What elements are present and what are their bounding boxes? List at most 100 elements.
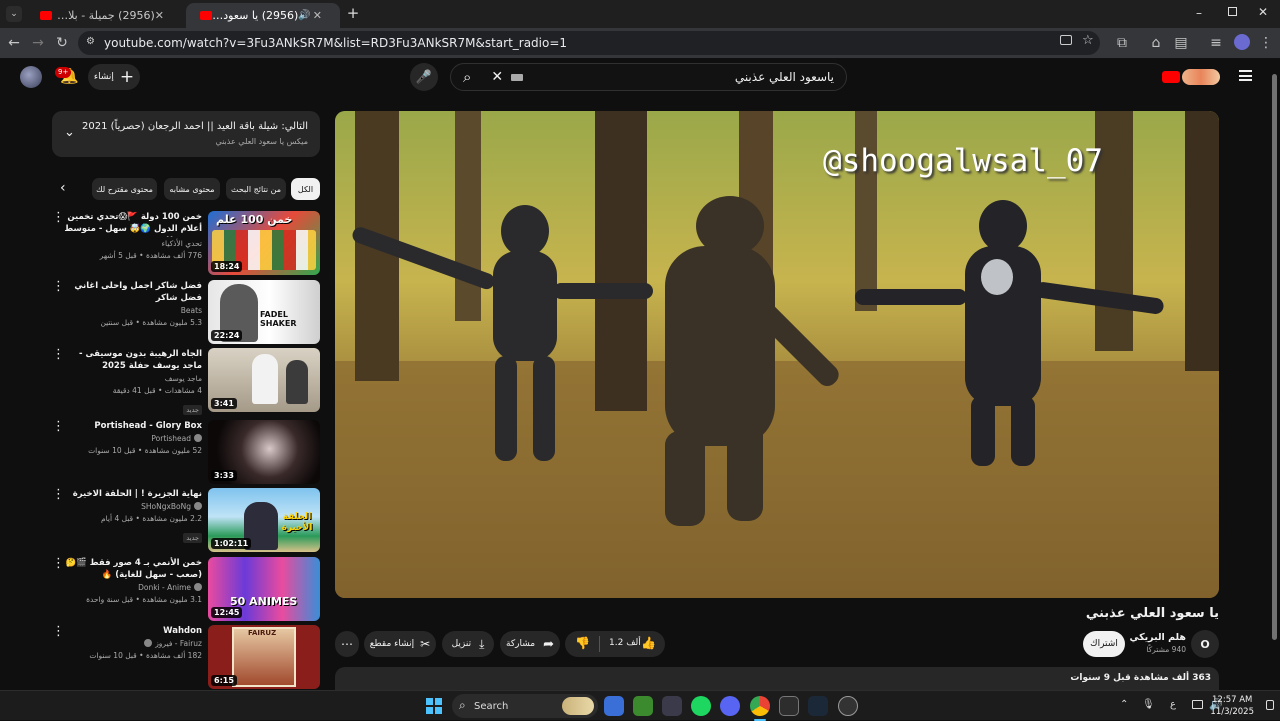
share-button[interactable]: مشاركة ➦ — [500, 631, 560, 657]
channel-avatar[interactable]: O — [1191, 630, 1219, 658]
reload-icon[interactable]: ↻ — [52, 28, 72, 58]
scrollbar-thumb[interactable] — [1272, 74, 1277, 640]
back-icon[interactable]: ← — [4, 28, 24, 58]
windows-start-icon[interactable] — [426, 698, 442, 714]
channel-name[interactable]: Donki - Anime — [62, 581, 202, 594]
more-actions-icon[interactable]: ⋮ — [52, 348, 65, 361]
more-actions-icon[interactable]: ⋮ — [52, 420, 65, 433]
video-thumbnail[interactable]: 3:41 — [208, 348, 320, 412]
more-actions-icon[interactable]: ⋮ — [52, 280, 65, 293]
video-player[interactable]: @shoogalwsal_07 — [335, 111, 1219, 598]
channel-name[interactable]: Fairuz - فيروز — [62, 637, 202, 650]
more-actions-icon[interactable]: ⋮ — [52, 488, 65, 501]
tab-active[interactable]: ✕ 🔊 (2956) يا سعود العلي عذبني — [186, 3, 340, 28]
download-button[interactable]: تنزيل ⤓ — [442, 631, 494, 657]
video-thumbnail[interactable]: FAIRUZ 6:15 — [208, 625, 320, 689]
recommendation-item[interactable]: 50 ANIMES 12:45 خمن الأنمي بـ 4 صور فقط … — [52, 557, 320, 621]
clear-search-icon[interactable]: ✕ — [491, 69, 503, 85]
microphone-icon[interactable]: 🎙 — [1142, 699, 1155, 710]
tab-inactive[interactable]: ✕ (2956) جميلة - بلاش بلاش | YouTube — [26, 3, 182, 28]
channel-name[interactable]: Beats — [62, 304, 202, 317]
dislike-button[interactable]: 👎 — [575, 636, 590, 650]
bookmark-star-icon[interactable]: ☆ — [1082, 33, 1094, 48]
notification-center-icon[interactable] — [1266, 700, 1274, 710]
keyboard-icon[interactable] — [511, 73, 524, 81]
channel-name[interactable]: Portishead — [62, 432, 202, 445]
recommendation-item[interactable]: خمن 100 علم 18:24 خمن 100 دولة 🚩😱تحدي تخ… — [52, 211, 320, 275]
divider — [599, 636, 600, 652]
discord-icon[interactable] — [720, 696, 740, 716]
channel-name[interactable]: ماجد يوسف — [62, 372, 202, 385]
up-next-panel[interactable]: التالي: شيلة باقة العيد || احمد الرجعان … — [52, 111, 320, 157]
more-actions-icon[interactable]: ⋮ — [52, 211, 65, 224]
show-hidden-icons[interactable]: ⌃ — [1120, 699, 1128, 710]
video-thumbnail[interactable]: 3:33 — [208, 420, 320, 484]
channel-name[interactable]: هلم البريكي — [1129, 631, 1186, 644]
forward-icon[interactable]: → — [28, 28, 48, 58]
youtube-logo[interactable] — [1162, 68, 1222, 86]
media-control-icon[interactable]: ≡ — [1206, 28, 1226, 58]
close-tab-icon[interactable]: ✕ — [313, 9, 322, 22]
minecraft-icon[interactable] — [633, 696, 653, 716]
chrome-icon[interactable] — [750, 696, 770, 716]
like-button-icon[interactable]: 👍 — [641, 636, 656, 650]
xbox-icon[interactable] — [779, 696, 799, 716]
extension-icon[interactable]: ⌂ — [1146, 28, 1166, 58]
clip-button[interactable]: إنشاء مقطع ✂ — [364, 631, 436, 657]
search-input[interactable]: ياسعود العلي عذبني ✕ ⌕ — [450, 63, 847, 91]
chip-all[interactable]: الكل — [291, 178, 320, 200]
chip-suggested[interactable]: محتوى مقترح لك — [92, 178, 157, 200]
browser-menu-icon[interactable]: ⋮ — [1256, 28, 1276, 58]
recommendation-item[interactable]: FAIRUZ 6:15 Wahdon Fairuz - فيروز 182 أل… — [52, 625, 320, 689]
video-thumbnail[interactable]: خمن 100 علم 18:24 — [208, 211, 320, 275]
recommendation-item[interactable]: FADEL SHAKER 22:24 فضل شاكر اجمل واحلى ا… — [52, 280, 320, 344]
new-tab-button[interactable]: + — [345, 5, 361, 21]
network-icon[interactable] — [1192, 700, 1203, 709]
chip-from-search[interactable]: من نتائج البحث — [226, 178, 286, 200]
video-thumbnail[interactable]: 50 ANIMES 12:45 — [208, 557, 320, 621]
site-info-icon[interactable]: ⚙ — [86, 36, 98, 48]
close-window-icon[interactable]: ✕ — [1258, 5, 1268, 19]
tab-search-button[interactable]: ⌄ — [6, 6, 22, 22]
channel-label: Fairuz - فيروز — [155, 639, 202, 648]
language-indicator[interactable]: ع — [1170, 699, 1176, 710]
audio-icon[interactable]: 🔊 — [298, 10, 310, 21]
file-explorer-icon[interactable] — [604, 696, 624, 716]
chip-related[interactable]: محتوى مشابه — [164, 178, 220, 200]
address-bar[interactable]: ⚙ youtube.com/watch?v=3Fu3ANkSR7M&list=R… — [78, 31, 1100, 55]
more-actions-icon[interactable]: ⋮ — [52, 625, 65, 638]
search-icon: ⌕ — [459, 698, 466, 712]
taskbar-search[interactable]: ⌕ Search — [452, 694, 598, 718]
spotify-icon[interactable] — [691, 696, 711, 716]
video-thumbnail[interactable]: الحلقة الأخيرة 1:02:11 — [208, 488, 320, 552]
sidebar-icon[interactable]: ▤ — [1171, 28, 1191, 58]
account-avatar[interactable] — [20, 66, 42, 88]
cast-icon[interactable] — [1060, 35, 1072, 45]
system-clock[interactable]: 12:57 AM 11/3/2025 — [1210, 694, 1254, 718]
channel-name[interactable]: تحدي الأذكياء — [62, 237, 202, 250]
channel-name[interactable]: SHoNgxBoNg — [62, 500, 202, 513]
recommendation-item[interactable]: 3:33 Portishead - Glory Box Portishead 5… — [52, 420, 320, 484]
page-scrollbar[interactable] — [1271, 62, 1278, 690]
more-actions-icon[interactable]: ⋮ — [52, 557, 65, 570]
profile-avatar[interactable] — [1234, 34, 1250, 50]
steam-icon[interactable] — [808, 696, 828, 716]
recommendation-item[interactable]: 3:41 الجاه الرهيبة بدون موسيقى - ماجد يو… — [52, 348, 320, 415]
close-tab-icon[interactable]: ✕ — [155, 9, 164, 22]
create-button[interactable]: إنشاء + — [88, 64, 140, 90]
more-actions-button[interactable]: ⋯ — [335, 631, 359, 657]
extensions-icon[interactable]: ⧉ — [1112, 28, 1132, 58]
voice-search-button[interactable]: 🎤 — [410, 63, 438, 91]
search-icon[interactable]: ⌕ — [463, 68, 471, 86]
minimize-icon[interactable]: – — [1196, 6, 1202, 20]
chevron-down-icon[interactable]: ⌄ — [64, 125, 75, 140]
recommendation-item[interactable]: الحلقة الأخيرة 1:02:11 نهاية الجزيرة ! |… — [52, 488, 320, 552]
subscribe-button[interactable]: اشتراك — [1083, 631, 1125, 657]
chips-scroll-left-icon[interactable]: ‹ — [60, 180, 66, 196]
subscriber-count: 940 مشتركًا — [1146, 645, 1186, 654]
video-thumbnail[interactable]: FADEL SHAKER 22:24 — [208, 280, 320, 344]
restore-icon[interactable] — [1228, 7, 1237, 16]
guide-menu-icon[interactable] — [1239, 70, 1252, 81]
app-icon[interactable] — [838, 696, 858, 716]
app-icon[interactable] — [662, 696, 682, 716]
